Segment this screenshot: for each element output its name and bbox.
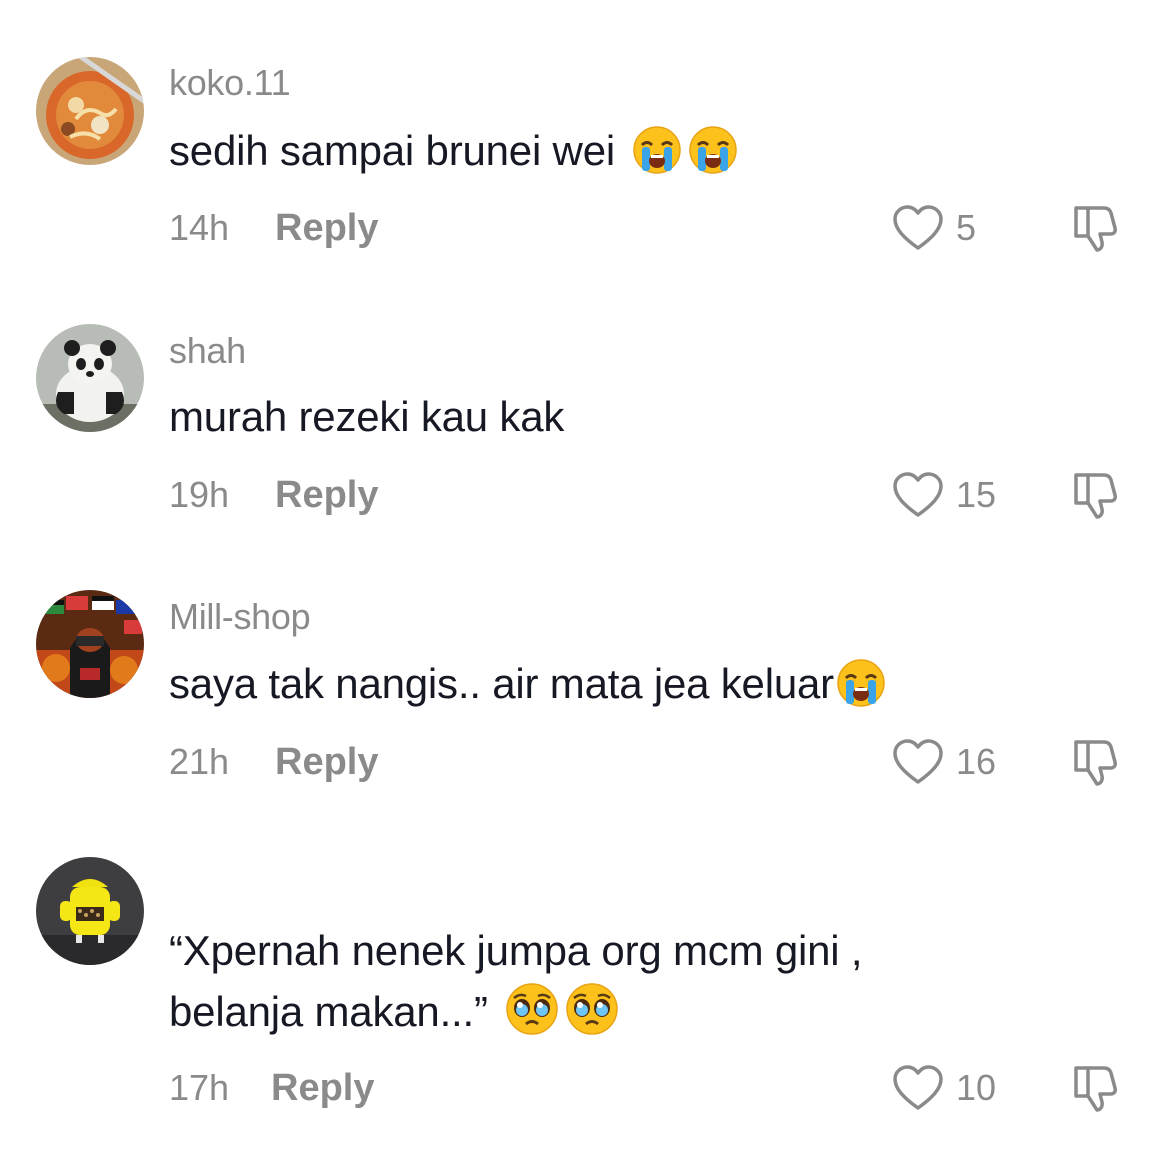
heart-outline-icon (893, 472, 943, 517)
like-button[interactable]: 15 (892, 470, 996, 520)
loudly-crying-face-icon (688, 125, 738, 192)
avatar[interactable] (36, 857, 144, 965)
comment-time: 14h (169, 207, 230, 248)
comment-text: saya tak nangis.. air mata jea keluar (169, 653, 886, 725)
pleading-face-icon (505, 982, 559, 1053)
comment-text-line-2: belanja makan...” (169, 988, 500, 1035)
loudly-crying-face-icon (836, 658, 886, 725)
comment-text: “Xpernah nenek jumpa org mcm gini , (169, 920, 863, 982)
comment-meta: 21h Reply (169, 737, 378, 787)
avatar[interactable] (36, 590, 144, 698)
like-count: 5 (956, 207, 977, 248)
reply-button[interactable]: Reply (275, 741, 378, 784)
comment-username[interactable]: shah (169, 330, 246, 372)
comment-meta: 17h Reply (169, 1063, 374, 1113)
reply-button[interactable]: Reply (275, 207, 378, 250)
heart-outline-icon (893, 205, 943, 250)
like-count: 15 (956, 474, 997, 515)
comment-text-line-1: “Xpernah nenek jumpa org mcm gini , (169, 927, 863, 974)
avatar[interactable] (36, 324, 144, 432)
comment-text: murah rezeki kau kak (169, 386, 564, 448)
thumbs-down-icon (1074, 740, 1117, 786)
like-count: 16 (956, 741, 997, 782)
comment-time: 17h (169, 1067, 230, 1108)
like-button[interactable]: 5 (892, 203, 976, 253)
avatar[interactable] (36, 57, 144, 165)
comment-time: 19h (169, 474, 230, 515)
comment-text: belanja makan...” (169, 981, 619, 1053)
comment-meta: 14h Reply (169, 203, 378, 253)
like-button[interactable]: 16 (892, 737, 996, 787)
pleading-face-icon (565, 982, 619, 1053)
comment-text-content: saya tak nangis.. air mata jea keluar (169, 660, 834, 707)
like-count: 10 (956, 1067, 997, 1108)
heart-outline-icon (893, 1065, 943, 1110)
comment-meta: 19h Reply (169, 470, 378, 520)
heart-outline-icon (893, 739, 943, 784)
dislike-button[interactable] (1070, 1060, 1124, 1114)
thumbs-down-icon (1074, 473, 1117, 519)
dislike-button[interactable] (1070, 200, 1124, 254)
thumbs-down-icon (1074, 1066, 1117, 1112)
comment-text-content: murah rezeki kau kak (169, 393, 565, 440)
reply-button[interactable]: Reply (271, 1067, 374, 1110)
dislike-button[interactable] (1070, 467, 1124, 521)
comment-text: sedih sampai brunei wei (169, 120, 738, 192)
comment-username[interactable]: koko.11 (169, 62, 291, 104)
reply-button[interactable]: Reply (275, 474, 378, 517)
comment-text-content: sedih sampai brunei wei (169, 127, 627, 174)
comment-username[interactable]: Mill-shop (169, 596, 311, 638)
dislike-button[interactable] (1070, 734, 1124, 788)
loudly-crying-face-icon (632, 125, 682, 192)
comment-time: 21h (169, 741, 230, 782)
thumbs-down-icon (1074, 206, 1117, 252)
like-button[interactable]: 10 (892, 1063, 996, 1113)
